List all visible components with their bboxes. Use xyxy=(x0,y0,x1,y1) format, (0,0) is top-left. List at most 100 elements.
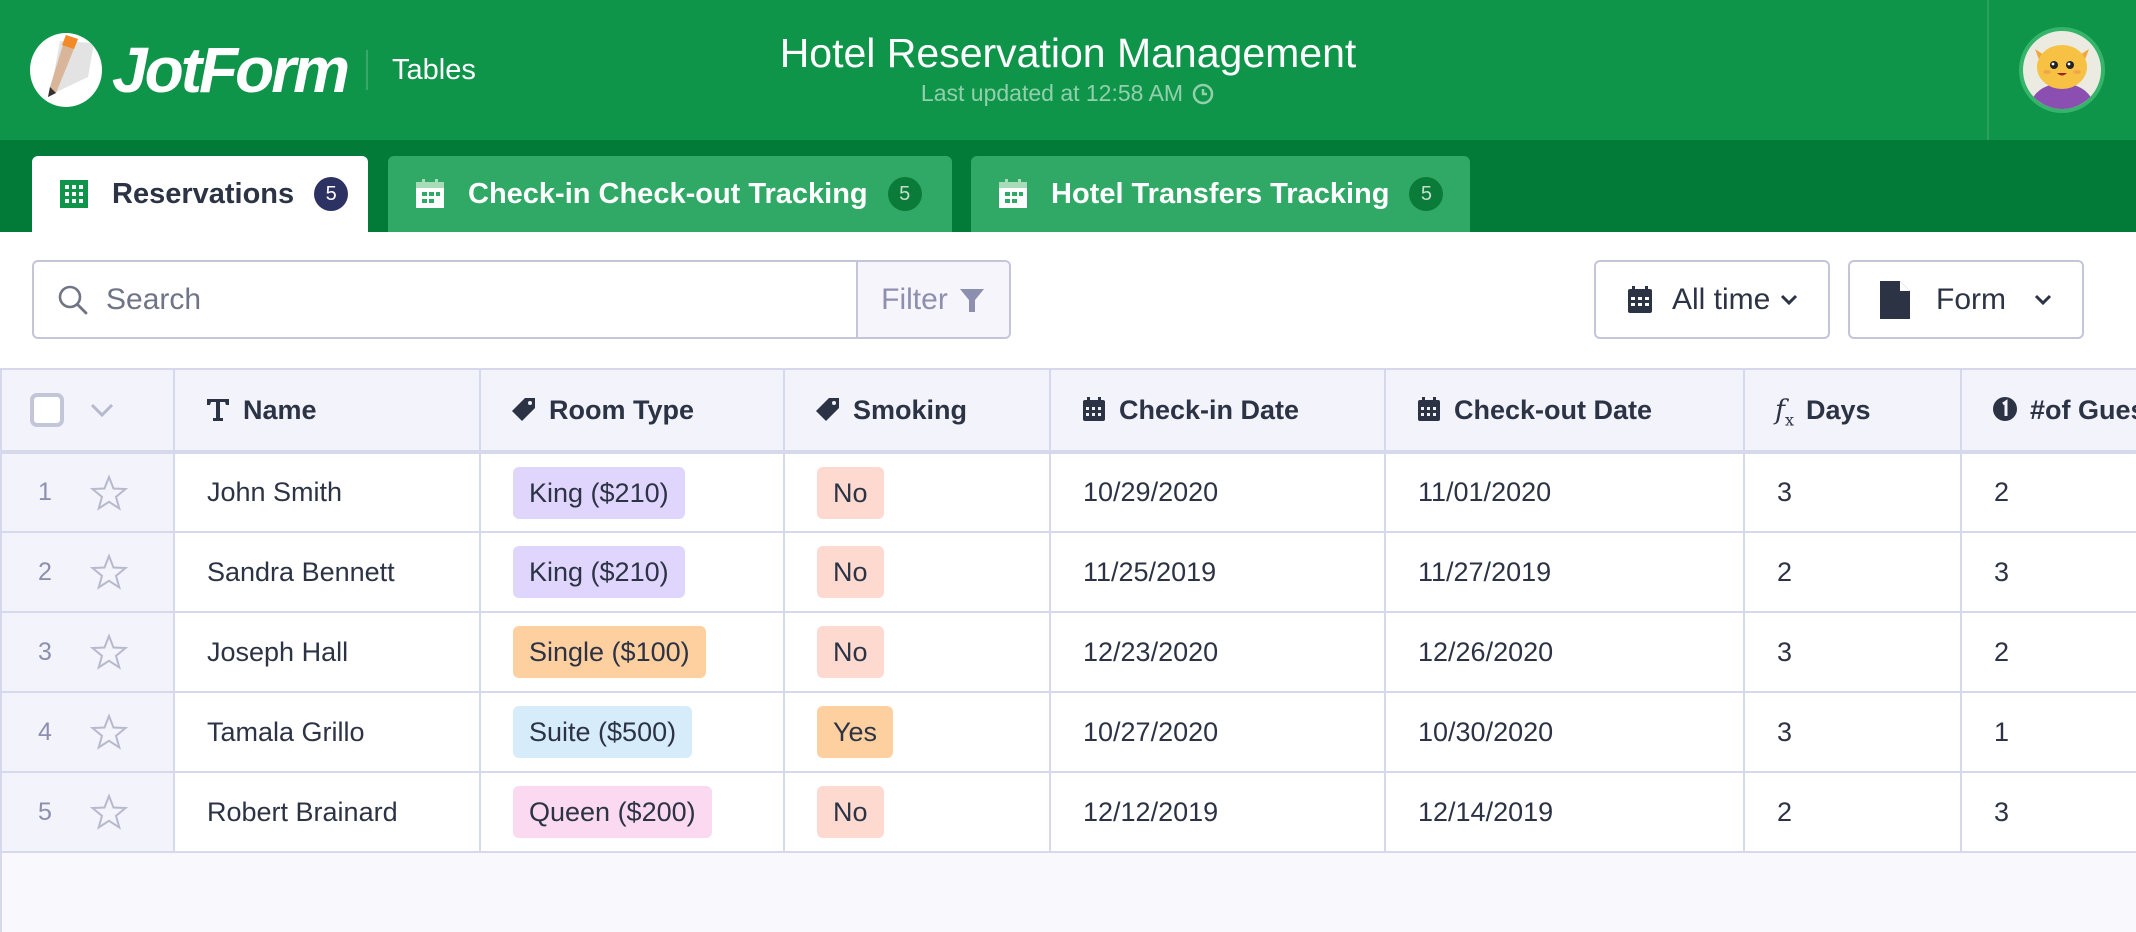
row-selector-cell[interactable]: 2 xyxy=(2,532,175,613)
tab-hotel-transfers-tracking[interactable]: Hotel Transfers Tracking 5 xyxy=(971,156,1470,232)
calendar-icon xyxy=(1083,396,1105,421)
avatar-divider xyxy=(1987,0,1989,140)
cell-check-in-date[interactable]: 12/23/2020 xyxy=(1050,612,1386,693)
cell-check-out-date[interactable]: 11/01/2020 xyxy=(1385,452,1745,533)
cell-name[interactable]: Tamala Grillo xyxy=(174,692,481,773)
tab-label: Hotel Transfers Tracking xyxy=(1051,177,1390,210)
column-label: #of Guests xyxy=(2030,394,2136,425)
page-title[interactable]: Hotel Reservation Management xyxy=(780,28,1357,78)
cell-smoking[interactable]: Yes xyxy=(784,692,1051,773)
jotform-logo[interactable]: JotForm xyxy=(30,33,350,107)
table-row[interactable]: 2 Sandra Bennett King ($210) No 11/25/20… xyxy=(2,532,2136,613)
clock-icon xyxy=(1192,83,1214,104)
view-source-label: Form xyxy=(1936,282,2006,316)
table-grid-icon xyxy=(60,180,88,208)
view-source-dropdown[interactable]: Form xyxy=(1848,260,2084,339)
last-updated-text: Last updated at 12:58 AM xyxy=(920,80,1184,106)
cell-days[interactable]: 2 xyxy=(1744,772,1962,853)
cell-days[interactable]: 2 xyxy=(1744,532,1962,613)
cell-smoking[interactable]: No xyxy=(784,772,1051,853)
cell-days[interactable]: 3 xyxy=(1744,452,1962,533)
room-type-tag: King ($210) xyxy=(513,546,685,598)
cell-check-in-date[interactable]: 10/29/2020 xyxy=(1050,452,1386,533)
column-header-room-type[interactable]: Room Type xyxy=(480,370,785,454)
tab-check-in-check-out-tracking[interactable]: Check-in Check-out Tracking 5 xyxy=(388,156,952,232)
cell-name[interactable]: Sandra Bennett xyxy=(174,532,481,613)
column-header-check-in-date[interactable]: Check-in Date xyxy=(1050,370,1386,454)
date-range-label: All time xyxy=(1672,282,1771,316)
column-header-days[interactable]: fx Days xyxy=(1744,370,1962,454)
chevron-down-icon xyxy=(1780,294,1798,306)
cell-days[interactable]: 3 xyxy=(1744,692,1962,773)
row-selector-cell[interactable]: 5 xyxy=(2,772,175,853)
table-header-row: Name Room Type Smoking Check-in Date Che… xyxy=(2,370,2136,454)
table-row[interactable]: 5 Robert Brainard Queen ($200) No 12/12/… xyxy=(2,772,2136,853)
cell-smoking[interactable]: No xyxy=(784,532,1051,613)
cell-check-out-date[interactable]: 11/27/2019 xyxy=(1385,532,1745,613)
row-selector-cell[interactable]: 3 xyxy=(2,612,175,693)
cell-guests[interactable]: 2 xyxy=(1961,612,2136,693)
tag-icon xyxy=(816,397,839,421)
cell-check-out-date[interactable]: 12/14/2019 xyxy=(1385,772,1745,853)
row-number: 2 xyxy=(38,557,52,586)
cell-smoking[interactable]: No xyxy=(784,612,1051,693)
cat-avatar-icon xyxy=(2029,45,2095,109)
cell-room-type[interactable]: Suite ($500) xyxy=(480,692,785,773)
user-avatar[interactable] xyxy=(2019,27,2105,113)
chevron-down-icon[interactable] xyxy=(86,394,118,426)
star-icon[interactable] xyxy=(90,553,128,591)
star-icon[interactable] xyxy=(90,473,128,512)
filter-button[interactable]: Filter xyxy=(856,262,1009,337)
star-icon[interactable] xyxy=(90,633,128,671)
cell-room-type[interactable]: Queen ($200) xyxy=(480,772,785,853)
table-tabs: Reservations 5 Check-in Check-out Tracki… xyxy=(0,140,2136,232)
row-selector-cell[interactable]: 4 xyxy=(2,692,175,773)
search-input[interactable] xyxy=(106,282,806,317)
cell-guests[interactable]: 3 xyxy=(1961,772,2136,853)
date-range-dropdown[interactable]: All time xyxy=(1594,260,1830,339)
tab-reservations[interactable]: Reservations 5 xyxy=(32,156,368,232)
cell-smoking[interactable]: No xyxy=(784,452,1051,533)
cell-guests[interactable]: 1 xyxy=(1961,692,2136,773)
cell-check-in-date[interactable]: 10/27/2020 xyxy=(1050,692,1386,773)
cell-room-type[interactable]: Single ($100) xyxy=(480,612,785,693)
smoking-tag: No xyxy=(817,626,884,678)
cell-name[interactable]: Joseph Hall xyxy=(174,612,481,693)
column-header-name[interactable]: Name xyxy=(174,370,481,454)
calendar-icon xyxy=(999,179,1027,208)
search-field[interactable] xyxy=(34,262,856,337)
cell-days[interactable]: 3 xyxy=(1744,612,1962,693)
star-icon[interactable] xyxy=(90,713,128,751)
column-header-number-of-guests[interactable]: #of Guests xyxy=(1961,370,2136,454)
column-label: Check-out Date xyxy=(1454,394,1653,425)
star-icon[interactable] xyxy=(90,793,128,831)
cell-guests[interactable]: 3 xyxy=(1961,532,2136,613)
table-row[interactable]: 4 Tamala Grillo Suite ($500) Yes 10/27/2… xyxy=(2,692,2136,773)
column-header-check-out-date[interactable]: Check-out Date xyxy=(1385,370,1745,454)
calendar-icon xyxy=(1628,285,1652,313)
column-header-smoking[interactable]: Smoking xyxy=(784,370,1051,454)
room-type-tag: Queen ($200) xyxy=(513,786,712,838)
cell-name[interactable]: Robert Brainard xyxy=(174,772,481,853)
cell-room-type[interactable]: King ($210) xyxy=(480,452,785,533)
row-number: 4 xyxy=(38,717,52,746)
select-all-checkbox[interactable] xyxy=(30,393,64,427)
cell-guests[interactable]: 2 xyxy=(1961,452,2136,533)
calendar-icon xyxy=(416,179,444,208)
form-document-icon xyxy=(1880,280,1910,319)
cell-check-out-date[interactable]: 10/30/2020 xyxy=(1385,692,1745,773)
table-row[interactable]: 1 John Smith King ($210) No 10/29/2020 1… xyxy=(2,452,2136,533)
cell-room-type[interactable]: King ($210) xyxy=(480,532,785,613)
tab-label: Check-in Check-out Tracking xyxy=(468,177,868,210)
room-type-tag: King ($210) xyxy=(513,466,685,519)
table-row[interactable]: 3 Joseph Hall Single ($100) No 12/23/202… xyxy=(2,612,2136,693)
product-name[interactable]: Tables xyxy=(392,54,476,87)
column-label: Room Type xyxy=(549,394,695,425)
row-number: 5 xyxy=(38,797,52,826)
row-selector-cell[interactable]: 1 xyxy=(2,452,175,533)
cell-check-in-date[interactable]: 11/25/2019 xyxy=(1050,532,1386,613)
cell-check-out-date[interactable]: 12/26/2020 xyxy=(1385,612,1745,693)
cell-name[interactable]: John Smith xyxy=(174,452,481,533)
column-label: Check-in Date xyxy=(1119,394,1300,425)
cell-check-in-date[interactable]: 12/12/2019 xyxy=(1050,772,1386,853)
